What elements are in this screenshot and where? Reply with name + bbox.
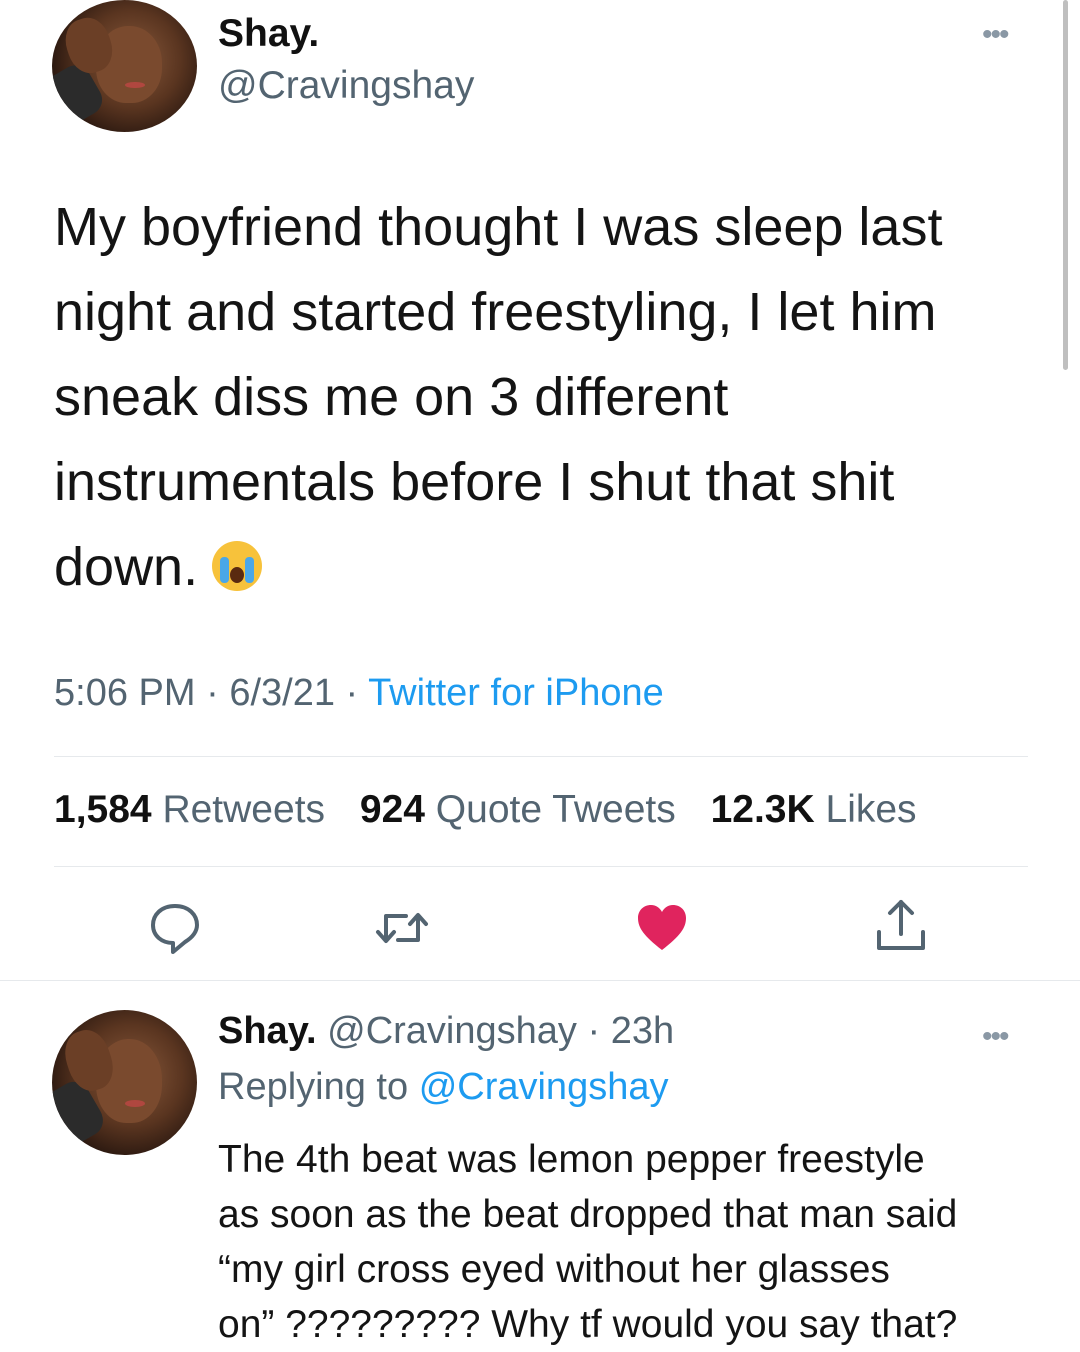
- retweets-stat[interactable]: 1,584 Retweets: [54, 788, 325, 831]
- tweet-meta: 5:06 PM · 6/3/21 · Twitter for iPhone: [54, 672, 664, 715]
- quotes-stat[interactable]: 924 Quote Tweets: [360, 788, 676, 831]
- quotes-label: Quote Tweets: [435, 788, 676, 831]
- tweet-time[interactable]: 5:06 PM: [54, 672, 196, 714]
- avatar-lips: [124, 1099, 145, 1108]
- scrollbar[interactable]: [1063, 0, 1068, 370]
- meta-separator: ·: [345, 672, 359, 714]
- tweet-line: down.: [54, 537, 199, 597]
- divider: [54, 756, 1028, 757]
- divider: [0, 980, 1080, 981]
- loudly-crying-face-icon: [212, 541, 263, 591]
- reply-line: The 4th beat was lemon pepper freestyle: [218, 1138, 925, 1181]
- replying-prefix: Replying to: [218, 1066, 409, 1108]
- heart-icon[interactable]: [632, 898, 692, 958]
- reply-header: Shay. @Cravingshay · 23h: [218, 1010, 674, 1053]
- reply-line: as soon as the beat dropped that man sai…: [218, 1193, 958, 1236]
- author-handle[interactable]: @Cravingshay: [218, 64, 474, 108]
- tweet-line: sneak diss me on 3 different: [54, 367, 729, 427]
- replying-to: Replying to @Cravingshay: [218, 1066, 668, 1109]
- reply-author-name[interactable]: Shay.: [218, 1010, 317, 1052]
- tweet-date[interactable]: 6/3/21: [229, 672, 335, 714]
- reply-icon[interactable]: [145, 898, 205, 958]
- replying-mention[interactable]: @Cravingshay: [419, 1066, 669, 1108]
- reply-author-handle[interactable]: @Cravingshay: [327, 1010, 577, 1052]
- reply-time[interactable]: 23h: [611, 1010, 674, 1052]
- author-name[interactable]: Shay.: [218, 12, 319, 56]
- quotes-count: 924: [359, 788, 425, 831]
- reply-body: The 4th beat was lemon pepper freestyle …: [218, 1132, 1048, 1352]
- likes-count: 12.3K: [710, 788, 815, 831]
- more-options-icon[interactable]: •••: [982, 1022, 1009, 1052]
- avatar[interactable]: [52, 0, 197, 132]
- reply-line: on” ????????? Why tf would you say that?: [218, 1303, 958, 1346]
- tweet-stats: 1,584 Retweets 924 Quote Tweets 12.3K Li…: [54, 788, 917, 832]
- retweets-label: Retweets: [162, 788, 326, 831]
- tweet-line: night and started freestyling, I let him: [54, 282, 937, 342]
- tweet-line-last: down.: [54, 525, 1044, 610]
- tweet-body: My boyfriend thought I was sleep last ni…: [54, 185, 1044, 610]
- retweet-icon[interactable]: [372, 898, 432, 958]
- tweet-line: instrumentals before I shut that shit: [54, 452, 895, 512]
- tweet-source[interactable]: Twitter for iPhone: [368, 672, 664, 714]
- more-options-icon[interactable]: •••: [982, 20, 1009, 50]
- share-icon[interactable]: [871, 896, 931, 956]
- retweets-count: 1,584: [54, 788, 152, 831]
- reply-line: “my girl cross eyed without her glasses: [218, 1248, 890, 1291]
- meta-separator: ·: [587, 1010, 601, 1052]
- likes-label: Likes: [825, 788, 917, 831]
- meta-separator: ·: [206, 672, 219, 714]
- tweet-line: My boyfriend thought I was sleep last: [54, 197, 943, 257]
- likes-stat[interactable]: 12.3K Likes: [711, 788, 917, 831]
- avatar[interactable]: [52, 1010, 197, 1155]
- divider: [54, 866, 1028, 867]
